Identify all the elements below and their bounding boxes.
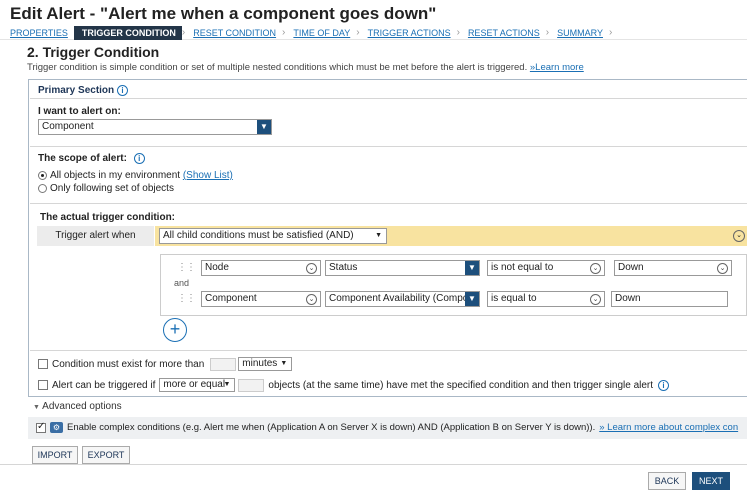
caret-down-icon: ▼ bbox=[375, 232, 382, 239]
alert-on-select[interactable]: Component ▼ bbox=[38, 119, 272, 135]
condition-operator-select[interactable]: is not equal to ⌄ bbox=[487, 260, 605, 276]
alert-on-value: Component bbox=[42, 121, 94, 132]
must-exist-unit-select[interactable]: minutes ▼ bbox=[238, 357, 293, 371]
export-button[interactable]: EXPORT bbox=[82, 446, 130, 464]
scope-following-option[interactable]: Only following set of objects bbox=[38, 183, 174, 194]
caret-down-icon: ▼ bbox=[33, 404, 40, 411]
must-exist-checkbox[interactable] bbox=[38, 359, 48, 369]
info-icon[interactable]: i bbox=[116, 85, 128, 96]
chevron-right-icon: › bbox=[608, 27, 613, 38]
page-title: Edit Alert - "Alert me when a component … bbox=[10, 4, 437, 23]
condition-object-select[interactable]: Node ⌄ bbox=[201, 260, 321, 276]
condition-value-select[interactable]: Down ⌄ bbox=[614, 260, 732, 276]
advanced-options-toggle[interactable]: ▼ Advanced options bbox=[33, 401, 122, 412]
condition-operator-select[interactable]: is equal to ⌄ bbox=[487, 291, 605, 307]
can-trigger-row: Alert can be triggered if more or equal … bbox=[38, 378, 670, 392]
scope-following-label: Only following set of objects bbox=[50, 183, 174, 194]
back-button[interactable]: BACK bbox=[648, 472, 686, 490]
chevron-down-icon: ⌄ bbox=[590, 263, 601, 274]
add-condition-button[interactable]: + bbox=[163, 318, 187, 342]
condition-object-value: Component bbox=[205, 293, 257, 304]
import-button[interactable]: IMPORT bbox=[32, 446, 78, 464]
chevron-down-icon: ▼ bbox=[465, 261, 479, 275]
drag-handle-icon[interactable]: ⋮⋮ bbox=[177, 262, 196, 273]
wizard-steps: PROPERTIES TRIGGER CONDITION › RESET CON… bbox=[0, 25, 747, 40]
learn-more-link[interactable]: »Learn more bbox=[530, 62, 584, 73]
scope-label: The scope of alert: i bbox=[38, 153, 145, 164]
complex-conditions-checkbox[interactable] bbox=[36, 421, 46, 433]
scope-label-text: The scope of alert: bbox=[38, 153, 127, 165]
section-heading: 2. Trigger Condition bbox=[27, 44, 160, 60]
drag-handle-icon[interactable]: ⋮⋮ bbox=[177, 293, 196, 304]
chevron-down-icon: ⌄ bbox=[717, 263, 728, 274]
condition-operator-value: is not equal to bbox=[491, 262, 554, 273]
trigger-when-label: Trigger alert when bbox=[37, 226, 154, 246]
condition-field-value: Status bbox=[329, 262, 358, 273]
must-exist-unit-value: minutes bbox=[242, 358, 278, 369]
learn-more-complex-link[interactable]: » Learn more about complex con bbox=[599, 422, 738, 433]
can-trigger-checkbox[interactable] bbox=[38, 380, 48, 390]
caret-down-icon: ▼ bbox=[280, 360, 288, 367]
trigger-when-select[interactable]: All child conditions must be satisfied (… bbox=[159, 228, 387, 244]
primary-section-label: Primary Section bbox=[38, 85, 115, 97]
can-trigger-select[interactable]: more or equal ▼ bbox=[159, 378, 236, 392]
radio-button[interactable] bbox=[38, 183, 47, 193]
step-trigger-condition[interactable]: TRIGGER CONDITION bbox=[73, 25, 182, 40]
can-trigger-select-value: more or equal bbox=[163, 379, 226, 390]
can-trigger-prefix: Alert can be triggered if bbox=[52, 379, 156, 391]
advanced-options-label: Advanced options bbox=[42, 401, 122, 412]
info-icon[interactable]: i bbox=[658, 379, 670, 391]
complex-condition-icon: ⚙ bbox=[50, 422, 63, 433]
chevron-down-icon: ⌄ bbox=[306, 263, 317, 274]
trigger-condition-bar: All child conditions must be satisfied (… bbox=[155, 226, 747, 246]
chevron-down-icon: ▼ bbox=[465, 292, 479, 306]
divider bbox=[30, 146, 747, 147]
alert-on-label: I want to alert on: bbox=[38, 106, 121, 117]
collapse-icon[interactable]: ⌄ bbox=[733, 230, 745, 242]
can-trigger-count-input[interactable] bbox=[238, 378, 265, 392]
section-description: Trigger condition is simple condition or… bbox=[27, 62, 584, 73]
complex-conditions-text: Enable complex conditions (e.g. Alert me… bbox=[67, 422, 596, 433]
can-trigger-suffix: objects (at the same time) have met the … bbox=[268, 379, 654, 391]
divider bbox=[30, 350, 747, 351]
scope-all-option[interactable]: All objects in my environment (Show List… bbox=[38, 170, 233, 181]
divider bbox=[30, 203, 747, 204]
condition-object-select[interactable]: Component ⌄ bbox=[201, 291, 321, 307]
scope-all-label: All objects in my environment bbox=[50, 170, 181, 181]
condition-field-value: Component Availability (Compon bbox=[329, 293, 474, 304]
step-properties[interactable]: PROPERTIES bbox=[0, 26, 74, 40]
condition-value: Down bbox=[618, 262, 644, 273]
divider bbox=[30, 98, 747, 99]
caret-down-icon: ▼ bbox=[223, 381, 231, 388]
condition-value: Down bbox=[615, 293, 641, 304]
must-exist-label: Condition must exist for more than bbox=[52, 358, 205, 370]
step-reset-condition[interactable]: RESET CONDITION bbox=[185, 26, 282, 40]
condition-value-input[interactable]: Down bbox=[611, 291, 728, 307]
condition-operator-value: is equal to bbox=[491, 293, 537, 304]
next-button[interactable]: NEXT bbox=[692, 472, 730, 490]
radio-button[interactable] bbox=[38, 170, 47, 180]
complex-conditions-content: ⚙ Enable complex conditions (e.g. Alert … bbox=[36, 421, 738, 433]
and-connector: and bbox=[174, 278, 190, 288]
show-list-link[interactable]: (Show List) bbox=[183, 170, 233, 181]
step-reset-actions[interactable]: RESET ACTIONS bbox=[460, 26, 546, 40]
actual-condition-label: The actual trigger condition: bbox=[40, 212, 176, 223]
chevron-down-icon: ▼ bbox=[257, 120, 271, 134]
must-exist-row: Condition must exist for more than minut… bbox=[38, 357, 293, 371]
chevron-down-icon: ⌄ bbox=[306, 294, 317, 305]
step-trigger-actions[interactable]: TRIGGER ACTIONS bbox=[360, 26, 457, 40]
condition-object-value: Node bbox=[205, 262, 229, 273]
primary-section-title: Primary Section i bbox=[38, 85, 128, 96]
must-exist-input[interactable] bbox=[210, 357, 237, 371]
step-time-of-day[interactable]: TIME OF DAY bbox=[285, 26, 356, 40]
info-icon[interactable]: i bbox=[133, 153, 145, 164]
trigger-when-value: All child conditions must be satisfied (… bbox=[163, 230, 354, 241]
step-summary[interactable]: SUMMARY bbox=[549, 26, 609, 40]
chevron-down-icon: ⌄ bbox=[590, 294, 601, 305]
footer-divider bbox=[0, 464, 747, 465]
description-text: Trigger condition is simple condition or… bbox=[27, 62, 528, 73]
condition-field-select[interactable]: Component Availability (Compon ▼ bbox=[325, 291, 480, 307]
condition-field-select[interactable]: Status ▼ bbox=[325, 260, 480, 276]
